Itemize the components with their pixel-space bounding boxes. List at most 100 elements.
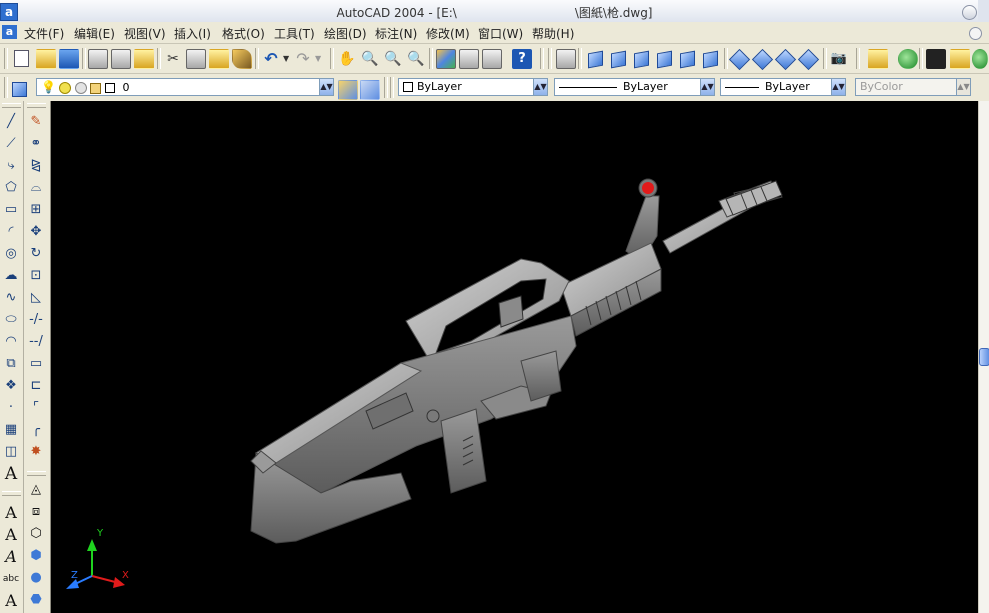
window-close-icon[interactable]: [962, 5, 977, 20]
tool-palettes-icon[interactable]: [482, 49, 502, 69]
revision-cloud-icon[interactable]: ☁: [2, 267, 20, 285]
edit-text-icon[interactable]: A: [2, 548, 20, 566]
sphere-icon[interactable]: ●: [27, 569, 45, 587]
open-file-icon[interactable]: [36, 49, 56, 69]
ne-isometric-icon[interactable]: [774, 48, 797, 71]
menu-file[interactable]: 文件(F): [24, 25, 64, 42]
print-preview-icon[interactable]: [111, 49, 131, 69]
trim-icon[interactable]: -/-: [27, 311, 45, 329]
left-view-icon[interactable]: [634, 50, 649, 69]
new-file-icon[interactable]: [14, 50, 29, 67]
mirror-icon[interactable]: ⧎: [27, 157, 45, 175]
cut-icon[interactable]: ✂: [163, 49, 183, 69]
point-icon[interactable]: ·: [2, 399, 20, 417]
publish-icon[interactable]: [134, 49, 154, 69]
arc-icon[interactable]: ◜: [2, 223, 20, 241]
lineweight-dropdown[interactable]: ByLayer ▲▼: [720, 78, 846, 96]
zoom-window-icon[interactable]: 🔍: [383, 49, 403, 69]
array-icon[interactable]: ⊞: [27, 201, 45, 219]
box-icon[interactable]: ⬢: [27, 547, 45, 565]
circle-icon[interactable]: ◎: [2, 245, 20, 263]
spell-check-icon[interactable]: abc: [2, 570, 20, 588]
single-line-text-icon[interactable]: A: [2, 526, 20, 544]
break-at-point-icon[interactable]: ⊏: [27, 377, 45, 395]
se-isometric-icon[interactable]: [751, 48, 774, 71]
zoom-realtime-icon[interactable]: 🔍: [360, 49, 380, 69]
named-views-icon[interactable]: [556, 49, 576, 69]
menu-help[interactable]: 帮助(H): [532, 25, 574, 42]
redo-dropdown-icon[interactable]: ▼: [314, 49, 324, 69]
menu-edit[interactable]: 编辑(E): [74, 25, 115, 42]
chamfer-icon[interactable]: ⌜: [27, 399, 45, 417]
scenes-icon[interactable]: [926, 49, 946, 69]
document-icon[interactable]: a: [2, 25, 17, 39]
layer-manager-icon[interactable]: [12, 82, 27, 97]
spline-icon[interactable]: ∿: [2, 289, 20, 307]
move-icon[interactable]: ✥: [27, 223, 45, 241]
layer-dropdown-arrow-icon[interactable]: ▲▼: [319, 79, 333, 95]
make-object-layer-current-icon[interactable]: [338, 80, 358, 100]
save-icon[interactable]: [59, 49, 79, 69]
fillet-icon[interactable]: ╭: [27, 421, 45, 439]
zoom-previous-icon[interactable]: 🔍: [406, 49, 426, 69]
rotate-icon[interactable]: ↻: [27, 245, 45, 263]
line-icon[interactable]: ╱: [2, 113, 20, 131]
solid-sphere-outline-icon[interactable]: ⧈: [27, 503, 45, 521]
front-view-icon[interactable]: [680, 50, 695, 69]
paste-icon[interactable]: [209, 49, 229, 69]
menu-view[interactable]: 视图(V): [124, 25, 166, 42]
render-teapot-icon[interactable]: [898, 49, 918, 69]
linetype-dropdown[interactable]: ByLayer ▲▼: [554, 78, 715, 96]
vertical-scrollbar-thumb[interactable]: [979, 348, 989, 366]
copy-object-icon[interactable]: ⚭: [27, 135, 45, 153]
print-icon[interactable]: [88, 49, 108, 69]
solid-box-icon[interactable]: ◬: [27, 481, 45, 499]
layer-previous-icon[interactable]: [360, 80, 380, 100]
scale-icon[interactable]: ⊡: [27, 267, 45, 285]
materials-icon[interactable]: [972, 49, 988, 69]
nw-isometric-icon[interactable]: [797, 48, 820, 71]
document-close-icon[interactable]: [969, 27, 982, 40]
ellipse-icon[interactable]: ⬭: [2, 311, 20, 329]
bottom-view-icon[interactable]: [611, 50, 626, 69]
menu-modify[interactable]: 修改(M): [426, 25, 470, 42]
scale-text-icon[interactable]: A: [2, 592, 20, 610]
layer-dropdown[interactable]: 💡 0 ▲▼: [36, 78, 334, 96]
pan-realtime-icon[interactable]: ✋: [337, 49, 357, 69]
menu-tools[interactable]: 工具(T): [274, 25, 315, 42]
rectangle-icon[interactable]: ▭: [2, 201, 20, 219]
camera-icon[interactable]: 📷: [829, 49, 849, 69]
lights-icon[interactable]: [950, 49, 970, 69]
text-style-icon[interactable]: A: [2, 504, 20, 522]
help-icon[interactable]: ?: [512, 49, 532, 69]
copy-icon[interactable]: [186, 49, 206, 69]
match-properties-icon[interactable]: [232, 49, 252, 69]
make-block-icon[interactable]: ❖: [2, 377, 20, 395]
menu-draw[interactable]: 绘图(D): [324, 25, 367, 42]
erase-icon[interactable]: ✎: [27, 113, 45, 131]
properties-icon[interactable]: [436, 49, 456, 69]
break-icon[interactable]: ▭: [27, 355, 45, 373]
back-view-icon[interactable]: [703, 50, 718, 69]
ellipse-arc-icon[interactable]: ◠: [2, 333, 20, 351]
model-space-canvas[interactable]: Y X Z: [51, 101, 978, 613]
undo-dropdown-icon[interactable]: ▼: [282, 49, 292, 69]
color-dropdown-arrow-icon[interactable]: ▲▼: [533, 79, 547, 95]
offset-icon[interactable]: ⌓: [27, 179, 45, 197]
region-icon[interactable]: ◫: [2, 443, 20, 461]
menu-window[interactable]: 窗口(W): [478, 25, 523, 42]
cylinder-icon[interactable]: ⬣: [27, 591, 45, 609]
extend-icon[interactable]: --/: [27, 333, 45, 351]
top-view-icon[interactable]: [588, 50, 603, 69]
menu-dimension[interactable]: 标注(N): [375, 25, 417, 42]
menu-format[interactable]: 格式(O): [222, 25, 265, 42]
polyline-icon[interactable]: ⤷: [2, 157, 20, 175]
solid-cylinder-outline-icon[interactable]: ⬡: [27, 525, 45, 543]
construction-line-icon[interactable]: ⟋: [2, 135, 20, 153]
right-view-icon[interactable]: [657, 50, 672, 69]
design-center-icon[interactable]: [459, 49, 479, 69]
explode-icon[interactable]: ✸: [27, 443, 45, 461]
undo-icon[interactable]: ↶: [261, 49, 281, 69]
lineweight-dropdown-arrow-icon[interactable]: ▲▼: [831, 79, 845, 95]
hide-icon[interactable]: [868, 49, 888, 69]
